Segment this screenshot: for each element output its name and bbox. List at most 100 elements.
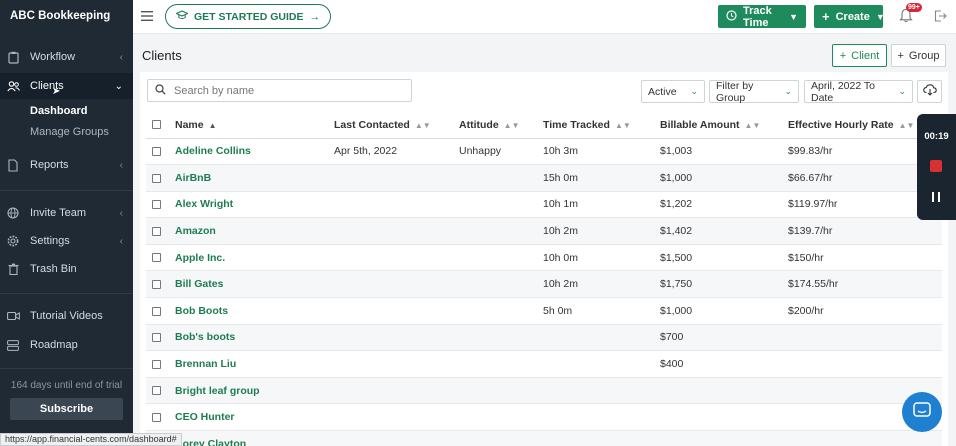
client-name-link[interactable]: CEO Hunter — [175, 411, 235, 423]
create-button[interactable]: + Create ▼ — [814, 5, 885, 28]
cell-last-contacted — [334, 217, 459, 245]
table-row[interactable]: Adeline Collins Apr 5th, 2022 Unhappy 10h 3… — [146, 138, 942, 166]
row-checkbox[interactable] — [152, 386, 161, 396]
client-name-link[interactable]: Amazon — [175, 225, 216, 237]
cell-name[interactable]: Corey Clayton — [175, 430, 334, 446]
cell-name[interactable]: CEO Hunter — [175, 403, 334, 432]
sidebar-item-label: Reports — [30, 159, 69, 171]
cell-name[interactable]: Adeline Collins — [175, 138, 334, 166]
table-row[interactable]: Bob Boots 5h 0m $1,000 $200/hr — [146, 297, 942, 325]
cell-value: 10h 2m — [543, 278, 579, 291]
chat-launcher-button[interactable] — [902, 392, 942, 432]
add-client-button[interactable]: + Client — [832, 44, 887, 67]
sidebar-item-clients[interactable]: Clients ⌄ — [0, 73, 133, 99]
cell-last-contacted — [334, 403, 459, 432]
roadmap-icon — [6, 338, 20, 352]
table-row[interactable]: Amazon 10h 2m $1,402 $139.7/hr — [146, 217, 942, 245]
cloud-download-icon — [922, 84, 937, 99]
chevron-down-icon: ⌄ — [690, 86, 698, 96]
search-box[interactable] — [147, 79, 412, 102]
cell-name[interactable]: Bob Boots — [175, 297, 334, 325]
column-header-last-contacted[interactable]: Last Contacted ▲▼ — [334, 112, 459, 139]
select-all-checkbox[interactable] — [152, 120, 161, 130]
sidebar-item-workflow[interactable]: Workflow ‹ — [0, 44, 133, 70]
status-filter-select[interactable]: Active ⌄ — [641, 80, 705, 103]
client-name-link[interactable]: Bill Gates — [175, 278, 223, 290]
cell-rate: $150/hr — [788, 244, 942, 272]
download-cloud-button[interactable] — [917, 80, 942, 103]
subscribe-button[interactable]: Subscribe — [10, 398, 123, 420]
row-checkbox[interactable] — [152, 359, 161, 369]
logout-icon[interactable] — [934, 10, 947, 23]
cell-last-contacted — [334, 244, 459, 272]
table-row[interactable]: Alex Wright 10h 1m $1,202 $119.97/hr — [146, 191, 942, 219]
cell-value: $1,750 — [660, 278, 693, 291]
table-row[interactable]: AirBnB 15h 0m $1,000 $66.67/hr — [146, 164, 942, 192]
row-checkbox[interactable] — [152, 279, 161, 289]
sidebar-subitem-manage-groups[interactable]: Manage Groups — [30, 126, 109, 138]
row-checkbox[interactable] — [152, 306, 161, 316]
sidebar-item-reports[interactable]: Reports ‹ — [0, 152, 133, 178]
cell-time: 10h 0m — [543, 244, 660, 272]
add-group-button[interactable]: + Group — [891, 44, 946, 67]
cell-name[interactable]: Brennan Liu — [175, 350, 334, 378]
sidebar-subitem-dashboard[interactable]: Dashboard — [30, 105, 87, 117]
hamburger-menu-icon[interactable] — [141, 10, 153, 22]
column-header-billable-amount[interactable]: Billable Amount ▲▼ — [660, 112, 788, 139]
client-name-link[interactable]: Bob's boots — [175, 331, 235, 343]
client-name-link[interactable]: Adeline Collins — [175, 145, 251, 157]
stop-icon[interactable] — [930, 160, 942, 172]
client-name-link[interactable]: AirBnB — [175, 172, 211, 184]
row-checkbox[interactable] — [152, 147, 161, 157]
column-header-time-tracked[interactable]: Time Tracked ▲▼ — [543, 112, 660, 139]
cell-value: $1,202 — [660, 198, 693, 211]
column-header-name[interactable]: Name ▲ — [175, 112, 334, 139]
cell-last-contacted — [334, 324, 459, 352]
table-row[interactable]: CEO Hunter — [146, 403, 942, 432]
sidebar-item-settings[interactable]: Settings ‹ — [0, 228, 133, 254]
pause-icon[interactable] — [932, 192, 940, 202]
sidebar-item-trash-bin[interactable]: Trash Bin — [0, 256, 133, 282]
row-checkbox[interactable] — [152, 333, 161, 343]
row-checkbox[interactable] — [152, 173, 161, 183]
row-checkbox[interactable] — [152, 226, 161, 236]
track-time-button[interactable]: Track Time ▼ — [718, 5, 806, 29]
table-row[interactable]: Brennan Liu $400 — [146, 350, 942, 378]
table-row[interactable]: Corey Clayton — [146, 430, 942, 446]
search-input[interactable] — [174, 84, 394, 97]
cell-name[interactable]: Apple Inc. — [175, 244, 334, 272]
cell-name[interactable]: Alex Wright — [175, 191, 334, 219]
table-row[interactable]: Bright leaf group — [146, 377, 942, 405]
cell-time: 5h 0m — [543, 297, 660, 325]
date-filter-select[interactable]: April, 2022 To Date ⌄ — [804, 80, 913, 104]
row-checkbox[interactable] — [152, 200, 161, 210]
sidebar-item-roadmap[interactable]: Roadmap — [0, 332, 133, 358]
column-header-attitude[interactable]: Attitude ▲▼ — [459, 112, 543, 139]
sidebar-divider — [0, 368, 133, 369]
cell-attitude — [459, 324, 543, 352]
cell-rate: $174.55/hr — [788, 270, 942, 299]
group-filter-select[interactable]: Filter by Group ⌄ — [709, 80, 799, 104]
client-name-link[interactable]: Bright leaf group — [175, 385, 260, 397]
client-name-link[interactable]: Apple Inc. — [175, 252, 225, 264]
row-checkbox[interactable] — [152, 253, 161, 263]
cell-name[interactable]: Bill Gates — [175, 270, 334, 299]
get-started-guide-button[interactable]: GET STARTED GUIDE → — [165, 4, 331, 29]
client-name-link[interactable]: Bob Boots — [175, 305, 228, 317]
cell-name[interactable]: Amazon — [175, 217, 334, 245]
table-row[interactable]: Bob's boots $700 — [146, 324, 942, 352]
client-name-link[interactable]: Corey Clayton — [175, 438, 246, 446]
cell-name[interactable]: Bright leaf group — [175, 377, 334, 405]
cell-name[interactable]: AirBnB — [175, 164, 334, 192]
client-name-link[interactable]: Alex Wright — [175, 198, 233, 210]
sidebar-item-invite-team[interactable]: Invite Team ‹ — [0, 200, 133, 226]
client-name-link[interactable]: Brennan Liu — [175, 358, 236, 370]
cell-value: Unhappy — [459, 145, 502, 158]
table-row[interactable]: Bill Gates 10h 2m $1,750 $174.55/hr — [146, 270, 942, 299]
sidebar-item-tutorial-videos[interactable]: Tutorial Videos — [0, 303, 133, 329]
cell-time — [543, 377, 660, 405]
row-checkbox[interactable] — [152, 412, 161, 422]
cell-value: $139.7/hr — [788, 225, 833, 238]
cell-name[interactable]: Bob's boots — [175, 324, 334, 352]
table-row[interactable]: Apple Inc. 10h 0m $1,500 $150/hr — [146, 244, 942, 272]
